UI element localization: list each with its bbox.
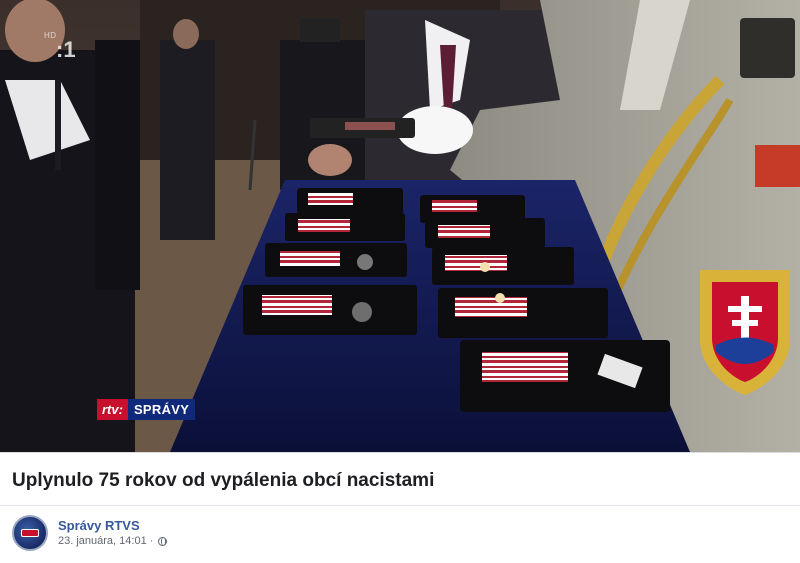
page-name-link[interactable]: Správy RTVS: [58, 517, 167, 534]
page-avatar-logo: [21, 529, 39, 537]
video-frame-image: [0, 0, 800, 452]
globe-icon[interactable]: [158, 537, 168, 546]
news-program-label: SPRÁVY: [127, 399, 196, 420]
facebook-post: HD :1 rtv: SPRÁVY Uplynulo 75 rokov od v…: [0, 0, 800, 563]
post-title[interactable]: Uplynulo 75 rokov od vypálenia obcí naci…: [12, 470, 434, 492]
author-text: Správy RTVS 23. januára, 14:01 ·: [58, 517, 168, 549]
video-player[interactable]: HD :1 rtv: SPRÁVY: [0, 0, 800, 453]
news-brand-label: rtv:: [97, 399, 128, 420]
post-meta: 23. januára, 14:01 ·: [58, 534, 168, 549]
hd-badge: HD: [44, 31, 57, 40]
news-logo: rtv: SPRÁVY: [97, 399, 196, 420]
post-date-link[interactable]: 23. januára, 14:01 ·: [58, 534, 153, 549]
page-avatar[interactable]: [12, 515, 48, 551]
divider: [0, 505, 800, 506]
post-author: Správy RTVS 23. januára, 14:01 ·: [12, 515, 168, 551]
channel-badge: :1: [56, 37, 76, 62]
